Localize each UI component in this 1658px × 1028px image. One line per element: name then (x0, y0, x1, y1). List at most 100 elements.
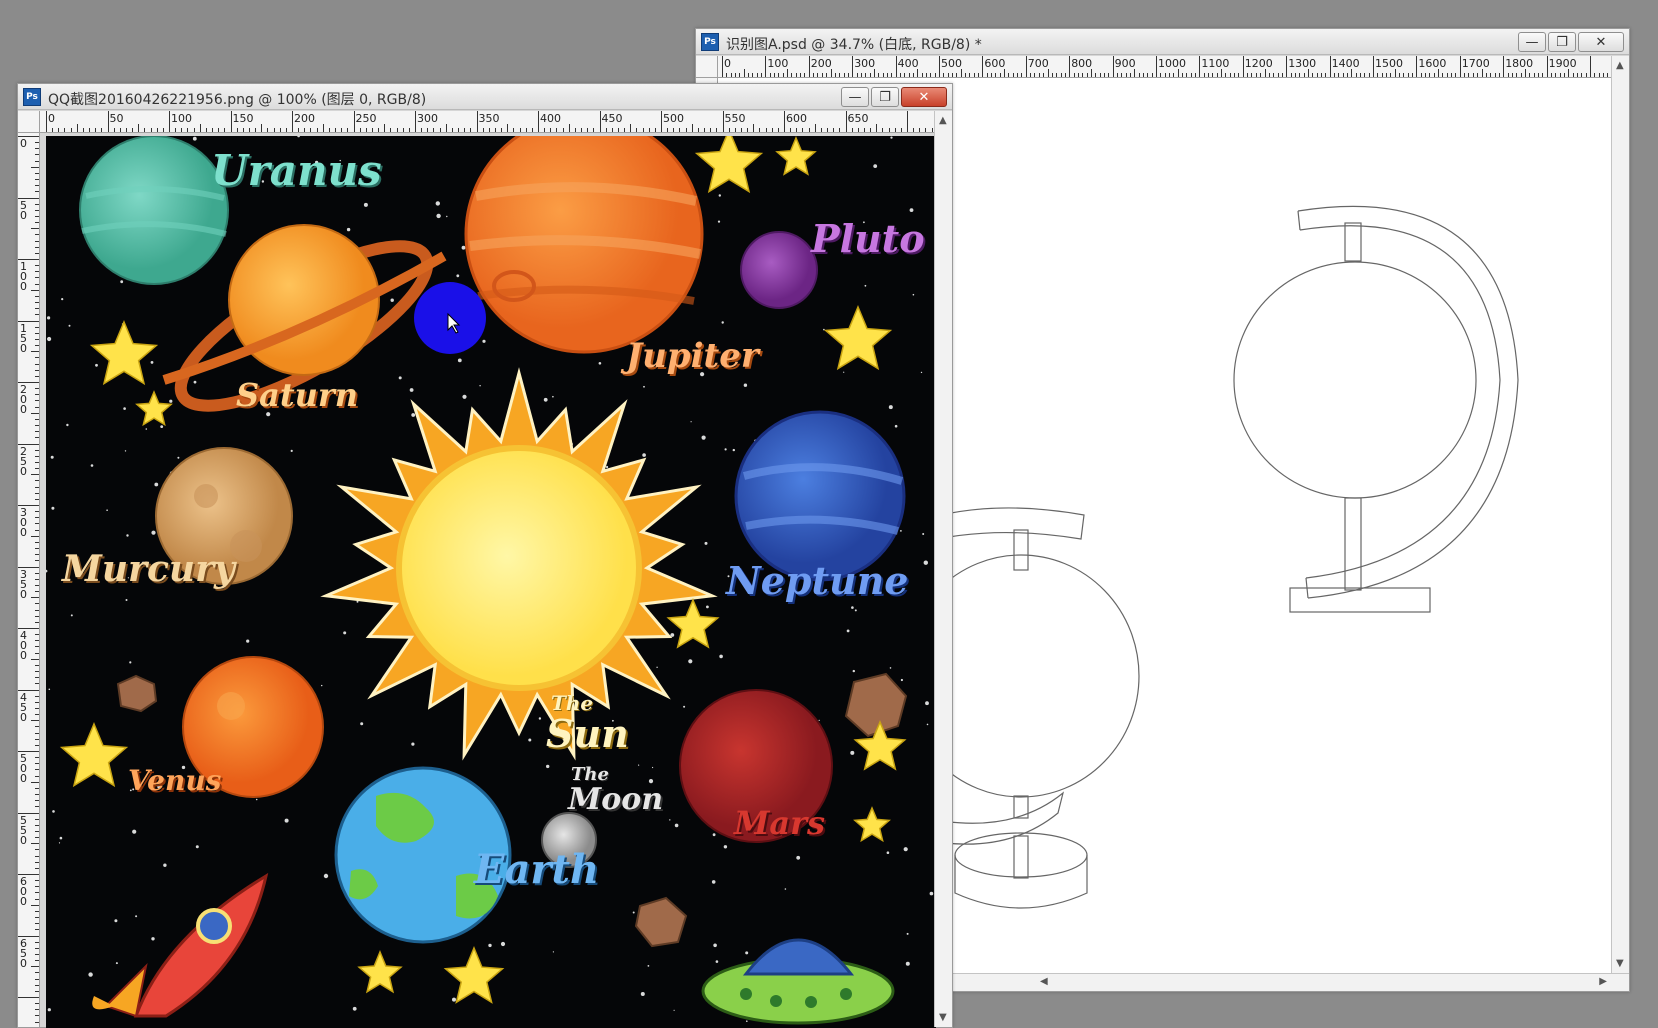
ruler-tick (1281, 73, 1283, 77)
ruler-tick (834, 73, 836, 77)
ruler-tick (605, 128, 607, 132)
scroll-up-icon[interactable]: ▲ (1616, 60, 1624, 71)
ruler-tick (1416, 56, 1418, 77)
ruler-tick (35, 603, 39, 605)
ruler-tick (1320, 73, 1322, 77)
ruler-tick (35, 677, 39, 679)
star-dot (920, 371, 923, 374)
star-dot (462, 394, 467, 399)
ruler-tick (814, 124, 816, 132)
ruler-tick (35, 701, 39, 703)
ruler-tick (35, 431, 39, 433)
minimize-button[interactable]: — (1518, 32, 1546, 52)
vertical-scrollbar[interactable]: ▲ ▼ (1611, 56, 1629, 973)
ruler-tick (35, 295, 39, 297)
ufo-icon (701, 938, 895, 1025)
close-button[interactable]: ✕ (1578, 32, 1624, 52)
ruler-tick (1325, 73, 1327, 77)
window-titlebar[interactable]: Ps 识别图A.psd @ 34.7% (白底, RGB/8) * — ❐ ✕ (696, 29, 1629, 55)
star-dot (411, 742, 415, 746)
ruler-tick (908, 73, 910, 77)
star-dot (195, 845, 199, 849)
ruler-tick (722, 56, 723, 77)
vertical-scrollbar[interactable]: ▲ ▼ (934, 111, 952, 1027)
vertical-ruler[interactable]: 0 5 0 1 0 0 1 5 0 2 0 0 2 5 0 3 0 0 3 5 0 4 0 0 4… (18, 133, 40, 1027)
restore-button[interactable]: ❐ (871, 87, 899, 107)
ruler-tick (1186, 73, 1188, 77)
star-dot (145, 428, 148, 430)
ruler-tick (777, 128, 779, 132)
star-dot (177, 456, 180, 459)
space-image-canvas[interactable]: Uranus Saturn Jupiter Pluto Murcury Nept… (46, 136, 936, 1028)
star-dot (926, 723, 929, 726)
star-dot (446, 215, 448, 218)
ruler-tick (35, 529, 39, 531)
ruler-tick (593, 128, 595, 132)
ruler-tick (35, 554, 39, 556)
scroll-right-icon[interactable]: ▶ (1599, 976, 1607, 987)
ruler-tick (35, 806, 39, 808)
star-dot (129, 661, 132, 664)
ruler-tick (1064, 73, 1066, 77)
ruler-tick (827, 128, 829, 132)
ruler-tick (1090, 69, 1092, 77)
ruler-tick (310, 128, 312, 132)
ruler-tick (451, 128, 453, 132)
scroll-left-icon[interactable]: ◀ (1040, 976, 1048, 987)
star-dot (479, 385, 481, 387)
ruler-tick (1481, 69, 1483, 77)
ruler-tick (1468, 73, 1470, 77)
ruler-tick (907, 111, 908, 132)
ruler-tick (1312, 73, 1314, 77)
scroll-up-icon[interactable]: ▲ (939, 115, 947, 126)
ruler-tick (1407, 73, 1409, 77)
ruler-tick (839, 128, 841, 132)
document-window-front[interactable]: Ps QQ截图20160426221956.png @ 100% (图层 0, … (17, 83, 953, 1028)
ruler-tick (1446, 73, 1448, 77)
ruler-label: 300 (854, 57, 876, 70)
ruler-tick (1277, 73, 1279, 77)
star-dot (669, 819, 671, 821)
star-dot (452, 997, 456, 1002)
label-pluto: Pluto (811, 216, 925, 261)
minimize-button[interactable]: — (841, 87, 869, 107)
ruler-tick (205, 128, 207, 132)
star-dot (538, 717, 542, 720)
ruler-tick (912, 73, 914, 77)
ruler-tick (445, 124, 447, 132)
window-titlebar[interactable]: Ps QQ截图20160426221956.png @ 100% (图层 0, … (18, 84, 952, 110)
ruler-tick (35, 763, 39, 765)
ruler-tick (952, 73, 954, 77)
ruler-tick (328, 128, 330, 132)
ruler-tick (35, 486, 39, 488)
restore-button[interactable]: ❐ (1548, 32, 1576, 52)
ruler-tick (415, 111, 416, 132)
scroll-down-icon[interactable]: ▼ (1616, 958, 1624, 969)
horizontal-ruler[interactable]: 0 50 100 150 200 250 300 350 400 450 500 550 600 650 (40, 111, 934, 133)
ruler-tick (648, 128, 650, 132)
ruler-tick (427, 128, 429, 132)
star-dot (746, 1020, 748, 1022)
ruler-tick (1021, 73, 1023, 77)
ruler-tick (144, 128, 146, 132)
star-dot (894, 424, 898, 428)
ruler-tick (35, 455, 39, 457)
ruler-tick (76, 124, 78, 132)
scroll-down-icon[interactable]: ▼ (939, 1012, 947, 1023)
ruler-tick (1025, 56, 1027, 77)
ruler-tick (790, 128, 792, 132)
ruler-tick (1516, 73, 1518, 77)
horizontal-ruler[interactable]: 0 100 200 300 400 500 600 700 800 900 1000 1100 1200… (718, 56, 1611, 78)
ruler-tick (802, 128, 804, 132)
ruler-tick (58, 128, 60, 132)
ruler-label: 100 (171, 112, 192, 125)
ruler-tick (587, 128, 589, 132)
ruler-tick (939, 56, 940, 77)
ruler-tick (35, 855, 39, 857)
close-button[interactable]: ✕ (901, 87, 947, 107)
ruler-label: 4 0 0 (20, 629, 27, 662)
ruler-tick (35, 941, 39, 943)
ruler-tick (886, 73, 888, 77)
ruler-tick (919, 128, 921, 132)
ruler-tick (35, 308, 39, 310)
